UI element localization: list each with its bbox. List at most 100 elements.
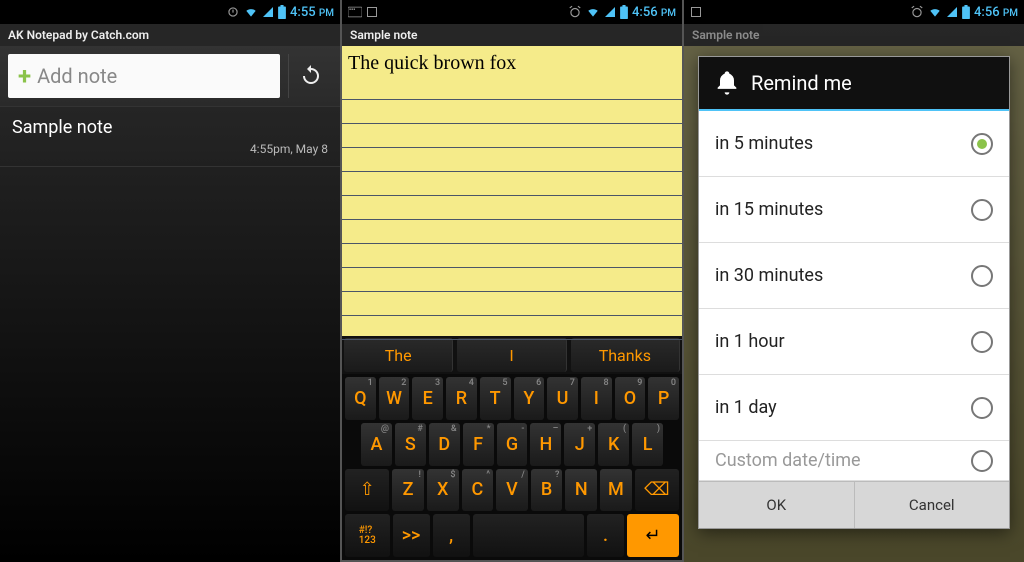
suggestion-bar: The I Thanks bbox=[342, 336, 682, 374]
app-title: Sample note bbox=[342, 24, 682, 46]
key-shift[interactable]: ⇧ bbox=[345, 469, 389, 512]
key-C[interactable]: ^C bbox=[462, 469, 494, 512]
alarm-icon bbox=[226, 5, 240, 19]
key-T[interactable]: 5T bbox=[480, 377, 511, 420]
key-W[interactable]: 2W bbox=[379, 377, 410, 420]
key-P[interactable]: 0P bbox=[648, 377, 679, 420]
dialog-buttons: OK Cancel bbox=[699, 481, 1009, 528]
clock-time: 4:56 bbox=[632, 5, 658, 20]
note-item[interactable]: Sample note 4:55pm, May 8 bbox=[0, 107, 340, 166]
keyboard-row-3: ⇧!Z$X^C/V?BNM⌫ bbox=[345, 469, 679, 512]
key-D[interactable]: &D bbox=[429, 423, 460, 466]
app-title: AK Notepad by Catch.com bbox=[0, 24, 340, 46]
keyboard-notif-icon bbox=[348, 6, 362, 18]
key-Y[interactable]: 6Y bbox=[514, 377, 545, 420]
suggestion[interactable]: I bbox=[457, 338, 566, 372]
key-V[interactable]: /V bbox=[496, 469, 528, 512]
option-label: in 1 day bbox=[715, 397, 777, 418]
app-notif-icon bbox=[690, 6, 702, 18]
signal-icon bbox=[262, 6, 274, 18]
key-fn[interactable]: >> bbox=[393, 514, 430, 557]
suggestion[interactable]: Thanks bbox=[571, 338, 680, 372]
keyboard-row-4: #!? 123>>,.↵ bbox=[345, 514, 679, 557]
reminder-option[interactable]: in 1 day bbox=[699, 375, 1009, 441]
reminder-option[interactable]: in 5 minutes bbox=[699, 111, 1009, 177]
alarm-icon bbox=[910, 5, 924, 19]
key-comma[interactable]: , bbox=[433, 514, 470, 557]
option-label: in 1 hour bbox=[715, 331, 785, 352]
key-I[interactable]: 8I bbox=[581, 377, 612, 420]
keyboard-row-2: @A#S&D*F-G–H+J(K)L bbox=[345, 423, 679, 466]
add-note-label: Add note bbox=[37, 64, 117, 88]
key-backspace[interactable]: ⌫ bbox=[635, 469, 679, 512]
key-E[interactable]: 3E bbox=[412, 377, 443, 420]
note-content-area[interactable]: The quick brown fox bbox=[342, 46, 682, 336]
cancel-button[interactable]: Cancel bbox=[855, 482, 1010, 528]
clock-time: 4:55 bbox=[290, 5, 316, 20]
refresh-icon bbox=[299, 64, 323, 88]
status-bar: 4:55 PM bbox=[0, 0, 340, 24]
screen-note-editor: 4:56 PM Sample note The quick brown fox … bbox=[342, 0, 682, 562]
key-M[interactable]: M bbox=[600, 469, 632, 512]
reminder-option[interactable]: in 1 hour bbox=[699, 309, 1009, 375]
reminder-option[interactable]: Custom date/time bbox=[699, 441, 1009, 481]
radio-unselected-icon bbox=[971, 397, 993, 419]
reminder-option[interactable]: in 15 minutes bbox=[699, 177, 1009, 243]
option-label: in 5 minutes bbox=[715, 133, 813, 154]
key-enter[interactable]: ↵ bbox=[627, 514, 679, 557]
keyboard: 1Q2W3E4R5T6Y7U8I9O0P @A#S&D*F-G–H+J(K)L … bbox=[342, 374, 682, 560]
key-U[interactable]: 7U bbox=[547, 377, 578, 420]
key-B[interactable]: ?B bbox=[531, 469, 563, 512]
add-note-button[interactable]: + Add note bbox=[8, 54, 280, 98]
screen-remind-dialog: 4:56 PM Sample note Remind me in 5 minut… bbox=[684, 0, 1024, 562]
key-N[interactable]: N bbox=[565, 469, 597, 512]
battery-icon bbox=[962, 5, 970, 19]
key-Q[interactable]: 1Q bbox=[345, 377, 376, 420]
radio-unselected-icon bbox=[971, 199, 993, 221]
dialog-title: Remind me bbox=[751, 71, 852, 95]
options-list: in 5 minutes in 15 minutes in 30 minutes… bbox=[699, 111, 1009, 481]
suggestion[interactable]: The bbox=[344, 338, 453, 372]
dialog-header: Remind me bbox=[699, 57, 1009, 111]
app-title: Sample note bbox=[684, 24, 1024, 46]
wifi-icon bbox=[244, 5, 258, 19]
key-X[interactable]: $X bbox=[427, 469, 459, 512]
battery-icon bbox=[278, 5, 286, 19]
key-H[interactable]: –H bbox=[530, 423, 561, 466]
radio-unselected-icon bbox=[971, 450, 993, 472]
note-text: The quick brown fox bbox=[348, 52, 676, 75]
key-Z[interactable]: !Z bbox=[392, 469, 424, 512]
key-space[interactable] bbox=[473, 514, 584, 557]
screen-note-list: 4:55 PM AK Notepad by Catch.com + Add no… bbox=[0, 0, 340, 562]
key-A[interactable]: @A bbox=[361, 423, 392, 466]
option-label: in 15 minutes bbox=[715, 199, 823, 220]
remind-dialog: Remind me in 5 minutes in 15 minutes in … bbox=[698, 56, 1010, 529]
key-S[interactable]: #S bbox=[395, 423, 426, 466]
note-timestamp: 4:55pm, May 8 bbox=[0, 140, 340, 166]
note-title: Sample note bbox=[0, 107, 340, 140]
app-notif-icon bbox=[366, 6, 378, 18]
key-K[interactable]: (K bbox=[598, 423, 629, 466]
signal-icon bbox=[946, 6, 958, 18]
plus-icon: + bbox=[18, 62, 31, 90]
option-label: in 30 minutes bbox=[715, 265, 823, 286]
keyboard-row-1: 1Q2W3E4R5T6Y7U8I9O0P bbox=[345, 377, 679, 420]
option-label: Custom date/time bbox=[715, 450, 861, 471]
ok-button[interactable]: OK bbox=[699, 482, 855, 528]
refresh-button[interactable] bbox=[288, 54, 332, 98]
radio-unselected-icon bbox=[971, 265, 993, 287]
key-period[interactable]: . bbox=[587, 514, 624, 557]
battery-icon bbox=[620, 5, 628, 19]
reminder-option[interactable]: in 30 minutes bbox=[699, 243, 1009, 309]
signal-icon bbox=[604, 6, 616, 18]
key-symbols[interactable]: #!? 123 bbox=[345, 514, 390, 557]
radio-unselected-icon bbox=[971, 331, 993, 353]
status-bar: 4:56 PM bbox=[684, 0, 1024, 24]
radio-selected-icon bbox=[971, 133, 993, 155]
key-R[interactable]: 4R bbox=[446, 377, 477, 420]
key-J[interactable]: +J bbox=[564, 423, 595, 466]
key-L[interactable]: )L bbox=[632, 423, 663, 466]
key-O[interactable]: 9O bbox=[615, 377, 646, 420]
key-F[interactable]: *F bbox=[463, 423, 494, 466]
key-G[interactable]: -G bbox=[497, 423, 528, 466]
